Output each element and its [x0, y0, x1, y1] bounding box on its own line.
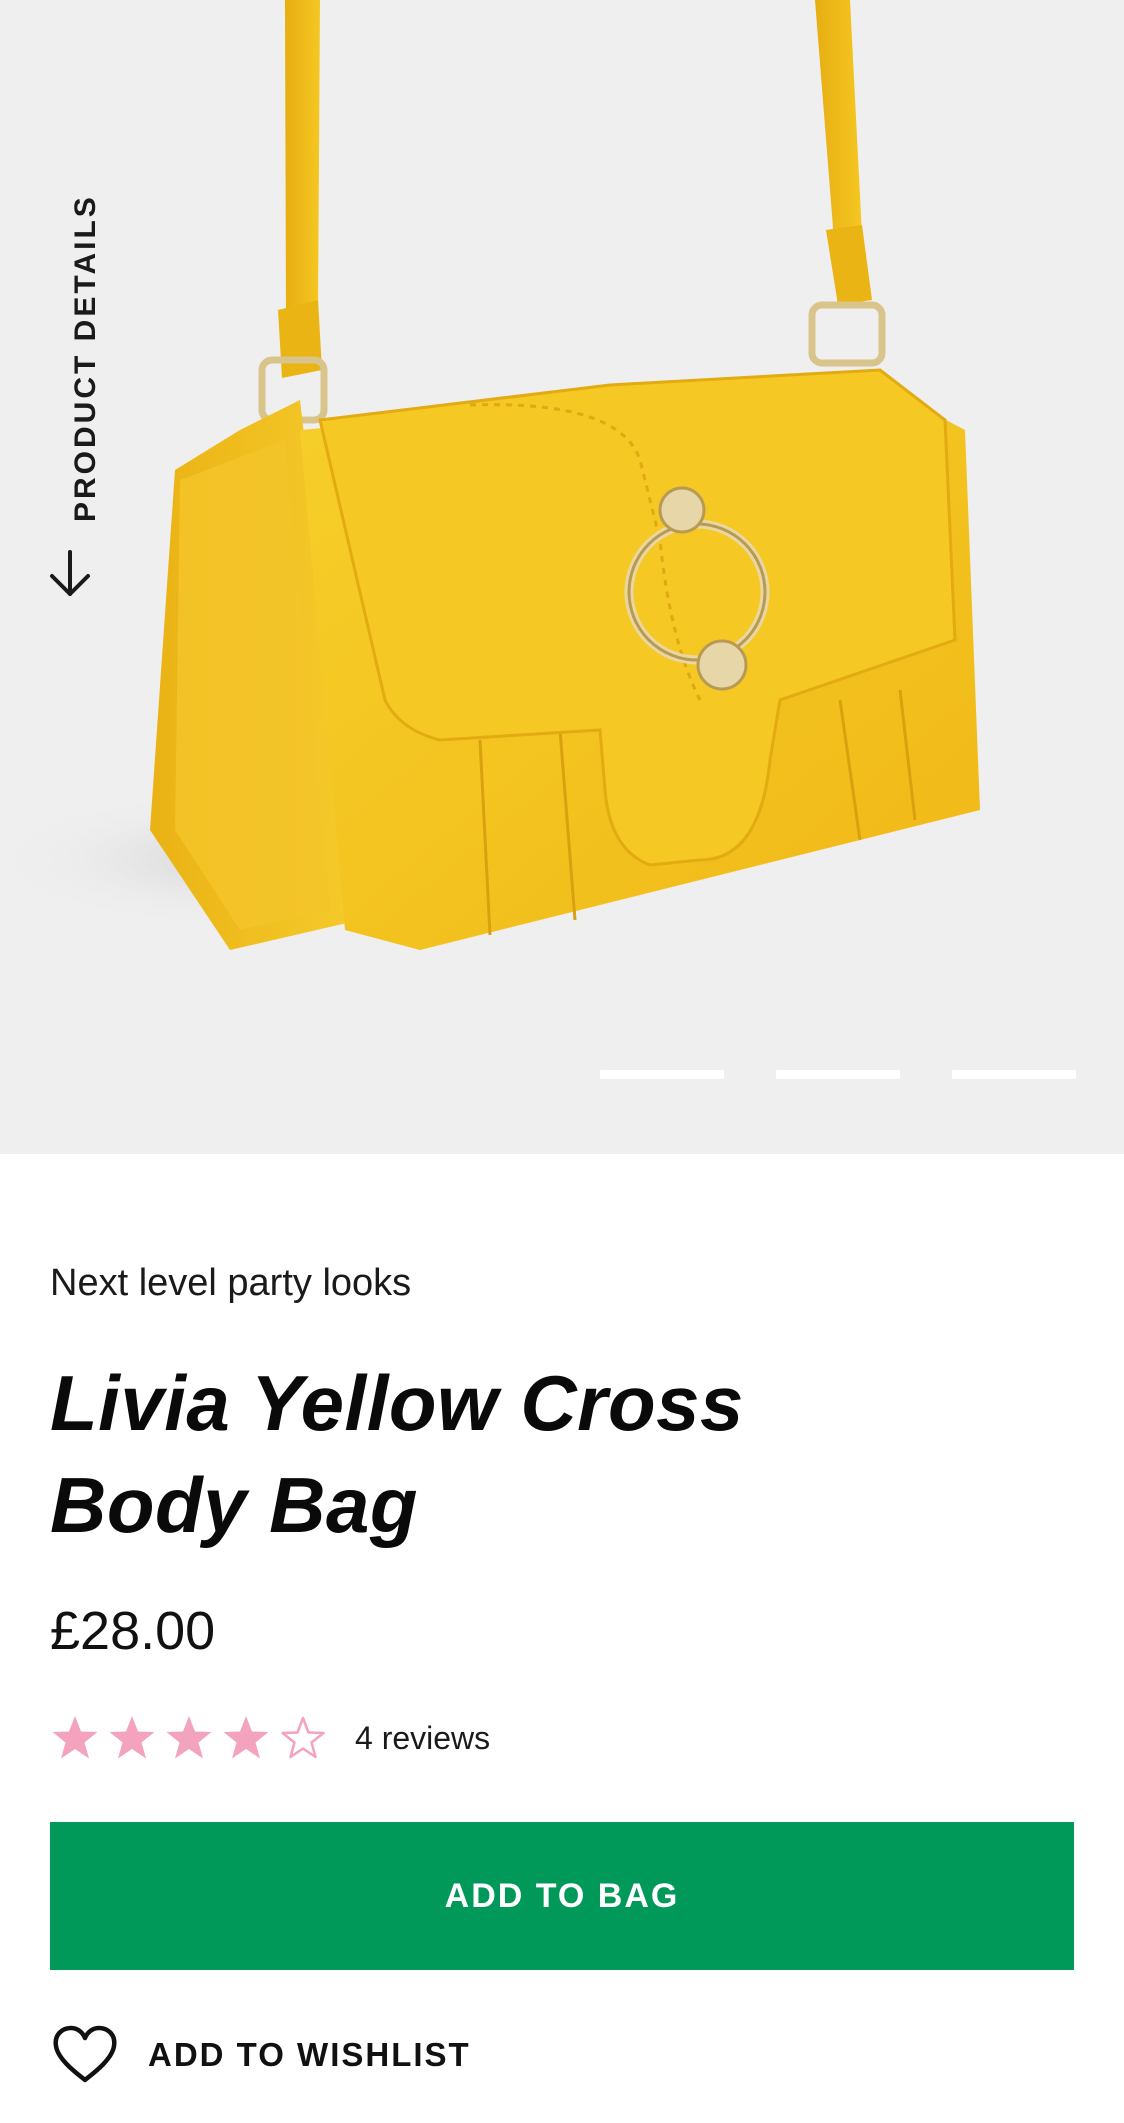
product-details-tab[interactable]: PRODUCT DETAILS [42, 194, 106, 610]
product-image [0, 0, 980, 950]
carousel-slide-indicator-1[interactable] [600, 1070, 724, 1079]
carousel-slide-indicator-2[interactable] [776, 1070, 900, 1079]
star-empty-icon [281, 1716, 325, 1759]
heart-icon [53, 2025, 117, 2083]
product-rating[interactable]: 4 reviews [50, 1710, 490, 1766]
product-image-carousel[interactable]: PRODUCT DETAILS [0, 0, 1124, 1154]
star-filled-icon [223, 1716, 269, 1759]
add-to-bag-button[interactable]: ADD TO BAG [50, 1822, 1074, 1970]
star-filled-icon [109, 1716, 155, 1759]
carousel-indicators [600, 1070, 1076, 1082]
arrow-down-icon [50, 550, 90, 596]
product-details-label: PRODUCT DETAILS [69, 194, 102, 522]
product-tagline: Next level party looks [50, 1262, 412, 1304]
product-page: PRODUCT DETAILS Next level party looks L… [0, 0, 1124, 2123]
carousel-slide-indicator-3[interactable] [952, 1070, 1076, 1079]
reviews-count-link[interactable]: 4 reviews [355, 1720, 490, 1757]
star-filled-icon [166, 1716, 212, 1759]
product-price: £28.00 [50, 1601, 216, 1661]
wishlist-label: ADD TO WISHLIST [148, 2036, 471, 2073]
add-to-wishlist-button[interactable]: ADD TO WISHLIST [52, 2020, 471, 2090]
product-title: Livia Yellow Cross Body Bag [50, 1359, 744, 1549]
rating-stars [50, 1713, 335, 1763]
star-filled-icon [52, 1716, 98, 1759]
